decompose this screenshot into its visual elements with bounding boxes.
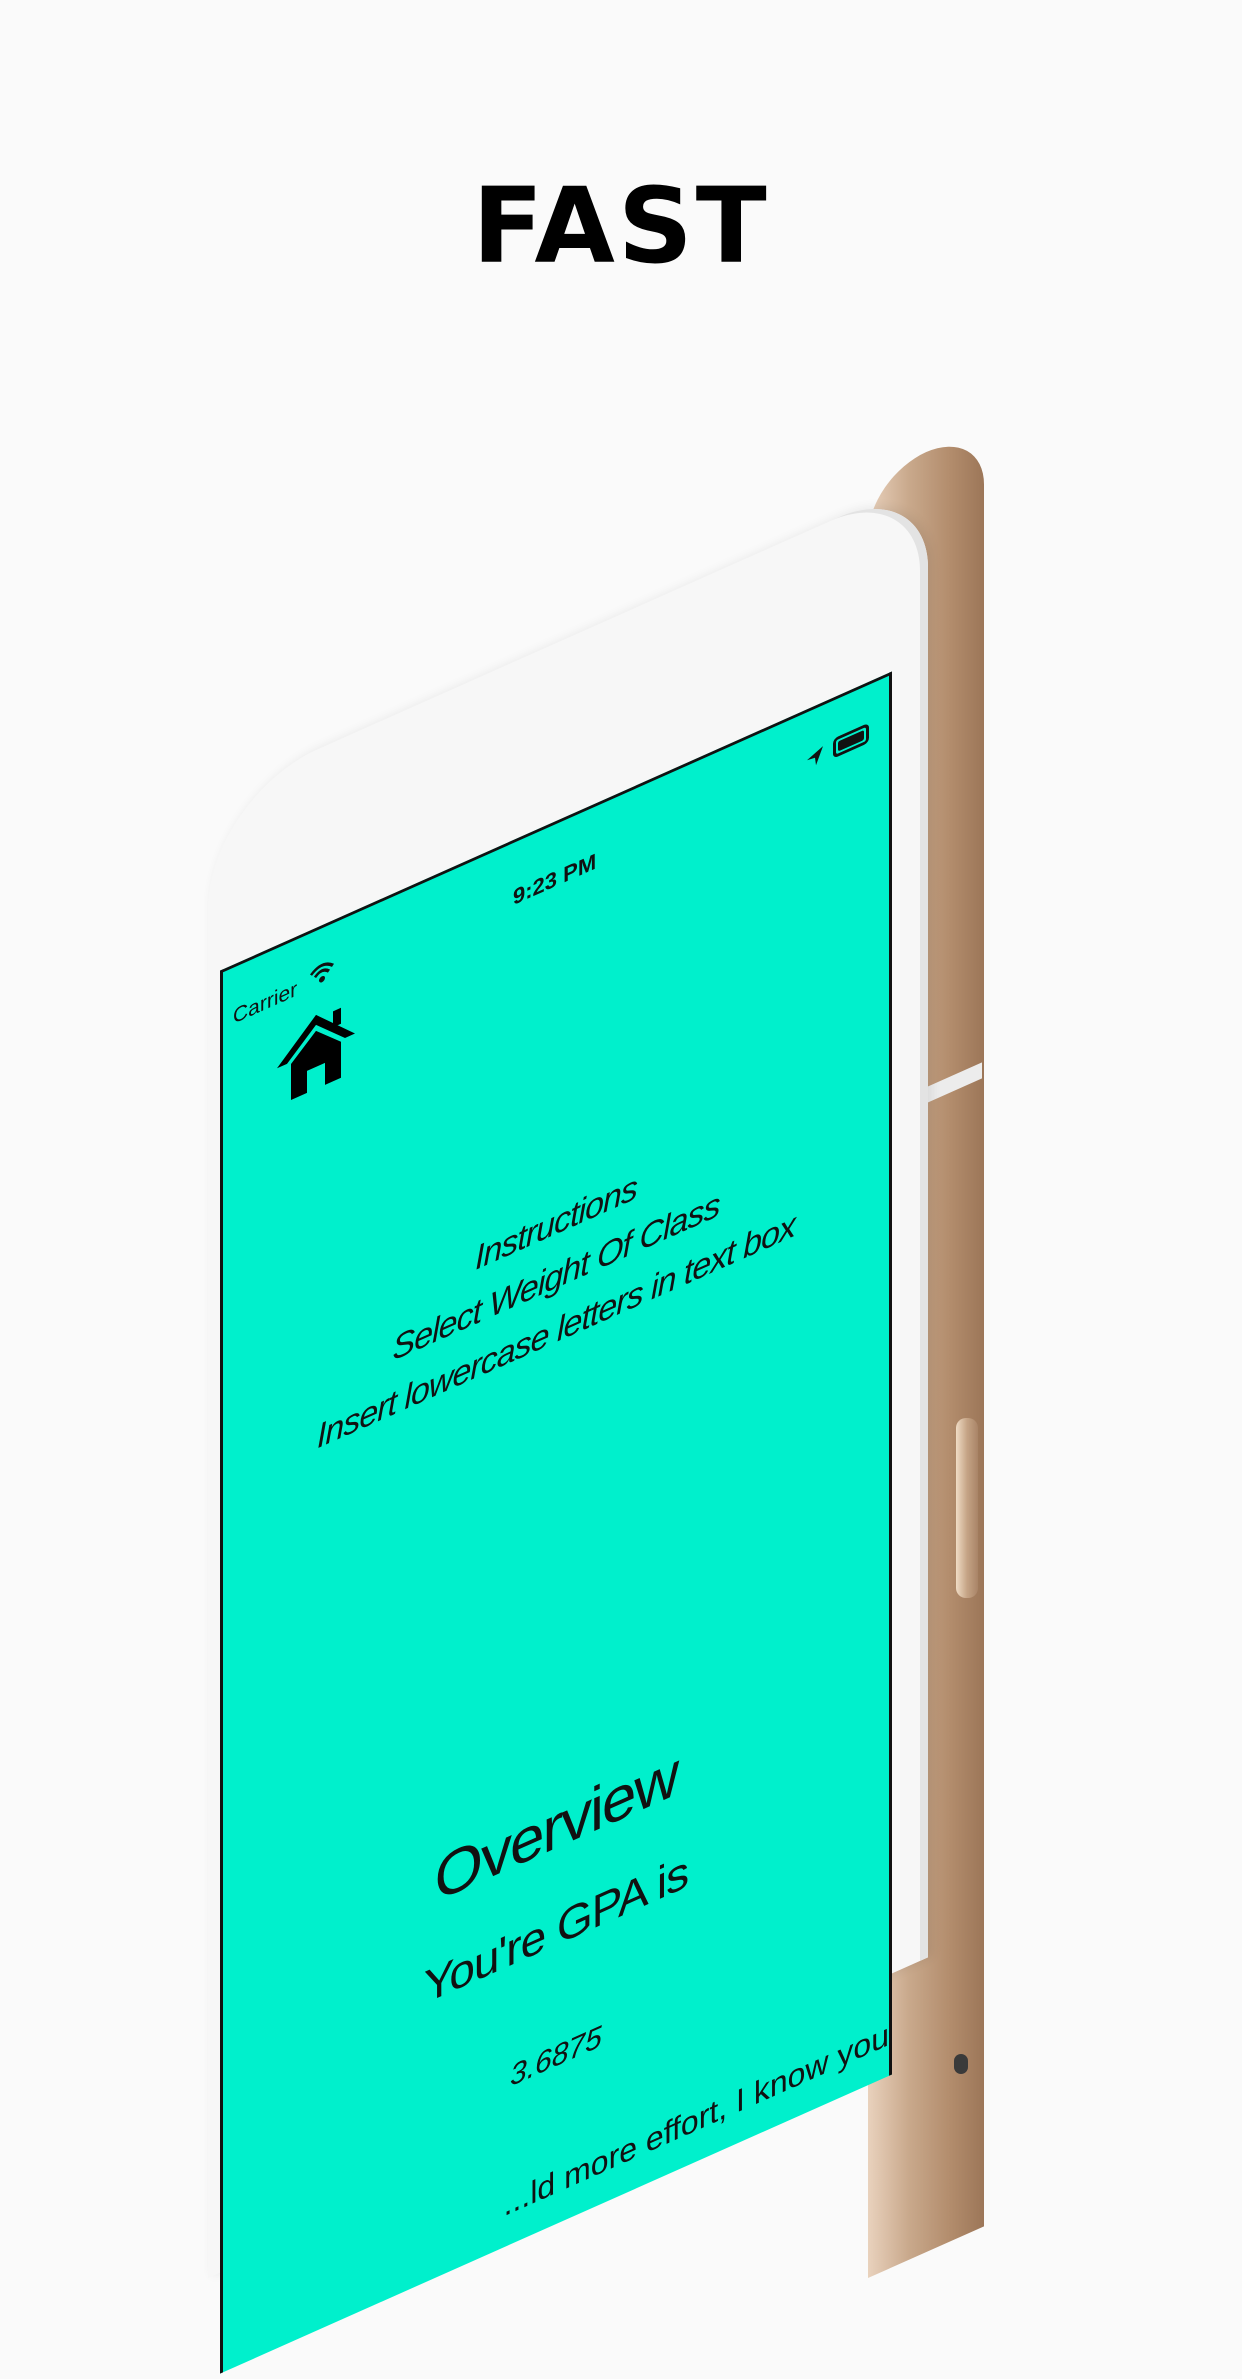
headline: FAST [472, 165, 770, 287]
home-icon[interactable] [275, 993, 357, 1112]
status-time: 9:23 PM [513, 848, 597, 911]
phone-mockup: Carrier 9:23 PM Instructions Select Weig… [208, 426, 984, 2374]
location-arrow-icon [807, 746, 823, 766]
side-hole [954, 2054, 968, 2074]
app-screen: Carrier 9:23 PM Instructions Select Weig… [220, 671, 892, 2374]
advice-text: ...ld more effort, I know you [503, 2015, 889, 2224]
side-button [956, 1418, 978, 1598]
battery-icon [833, 722, 869, 759]
phone-front: Carrier 9:23 PM Instructions Select Weig… [208, 149, 948, 2374]
carrier-label: Carrier [233, 977, 298, 1029]
wifi-icon [309, 962, 335, 983]
instructions-line-1: Select Weight Of Class [392, 1185, 720, 1369]
instructions-block: Instructions Select Weight Of Class Inse… [223, 1048, 889, 1507]
